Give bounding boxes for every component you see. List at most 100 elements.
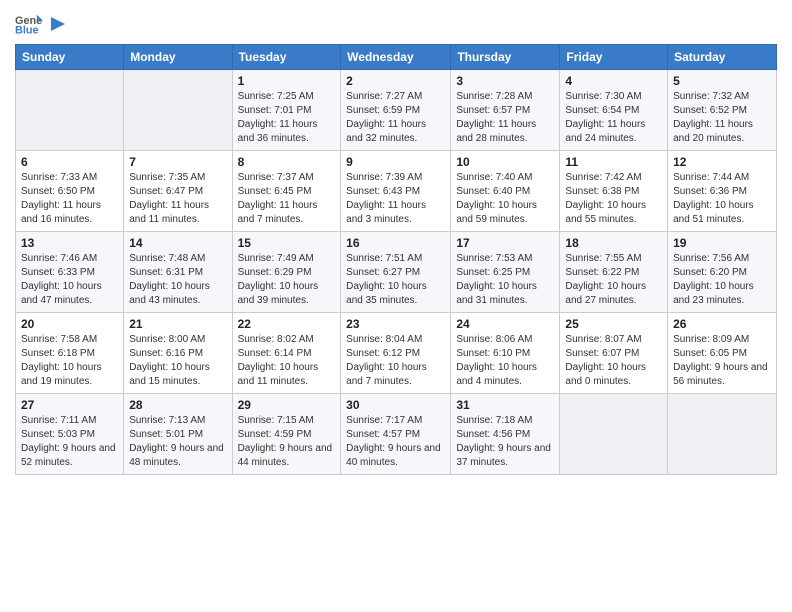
weekday-header: Tuesday: [232, 45, 341, 70]
day-number: 13: [21, 236, 118, 250]
day-number: 12: [673, 155, 771, 169]
day-number: 5: [673, 74, 771, 88]
day-info: Sunrise: 7:37 AM Sunset: 6:45 PM Dayligh…: [238, 171, 336, 227]
calendar-cell: 25 Sunrise: 8:07 AM Sunset: 6:07 PM Dayli…: [560, 313, 668, 394]
day-number: 4: [565, 74, 662, 88]
logo-arrow-icon: [47, 17, 65, 31]
calendar-cell: 26 Sunrise: 8:09 AM Sunset: 6:05 PM Dayli…: [668, 313, 777, 394]
calendar-cell: 10 Sunrise: 7:40 AM Sunset: 6:40 PM Dayli…: [451, 151, 560, 232]
calendar-cell: 9 Sunrise: 7:39 AM Sunset: 6:43 PM Daylig…: [341, 151, 451, 232]
weekday-header: Thursday: [451, 45, 560, 70]
day-info: Sunrise: 7:15 AM Sunset: 4:59 PM Dayligh…: [238, 414, 336, 470]
day-info: Sunrise: 8:07 AM Sunset: 6:07 PM Dayligh…: [565, 333, 662, 389]
day-info: Sunrise: 7:30 AM Sunset: 6:54 PM Dayligh…: [565, 90, 662, 146]
day-info: Sunrise: 7:53 AM Sunset: 6:25 PM Dayligh…: [456, 252, 554, 308]
day-number: 25: [565, 317, 662, 331]
day-info: Sunrise: 7:42 AM Sunset: 6:38 PM Dayligh…: [565, 171, 662, 227]
day-info: Sunrise: 7:56 AM Sunset: 6:20 PM Dayligh…: [673, 252, 771, 308]
day-info: Sunrise: 7:46 AM Sunset: 6:33 PM Dayligh…: [21, 252, 118, 308]
calendar-cell: 24Sunrise: 8:06 AM Sunset: 6:10 PM Dayli…: [451, 313, 560, 394]
calendar-cell: [124, 70, 232, 151]
day-number: 28: [129, 398, 226, 412]
day-number: 16: [346, 236, 445, 250]
logo: General Blue: [15, 10, 65, 38]
calendar-cell: 5 Sunrise: 7:32 AM Sunset: 6:52 PM Daylig…: [668, 70, 777, 151]
day-info: Sunrise: 8:02 AM Sunset: 6:14 PM Dayligh…: [238, 333, 336, 389]
calendar-cell: 18 Sunrise: 7:55 AM Sunset: 6:22 PM Dayli…: [560, 232, 668, 313]
calendar-week-row: 1Sunrise: 7:25 AM Sunset: 7:01 PM Daylig…: [16, 70, 777, 151]
day-info: Sunrise: 7:49 AM Sunset: 6:29 PM Dayligh…: [238, 252, 336, 308]
day-info: Sunrise: 7:35 AM Sunset: 6:47 PM Dayligh…: [129, 171, 226, 227]
day-info: Sunrise: 7:39 AM Sunset: 6:43 PM Dayligh…: [346, 171, 445, 227]
weekday-header: Sunday: [16, 45, 124, 70]
calendar-week-row: 20 Sunrise: 7:58 AM Sunset: 6:18 PM Dayli…: [16, 313, 777, 394]
day-info: Sunrise: 7:40 AM Sunset: 6:40 PM Dayligh…: [456, 171, 554, 227]
day-number: 11: [565, 155, 662, 169]
weekday-header: Monday: [124, 45, 232, 70]
day-info: Sunrise: 7:32 AM Sunset: 6:52 PM Dayligh…: [673, 90, 771, 146]
day-number: 6: [21, 155, 118, 169]
calendar-cell: 15 Sunrise: 7:49 AM Sunset: 6:29 PM Dayli…: [232, 232, 341, 313]
day-number: 29: [238, 398, 336, 412]
calendar-cell: 17 Sunrise: 7:53 AM Sunset: 6:25 PM Dayli…: [451, 232, 560, 313]
calendar-cell: 3 Sunrise: 7:28 AM Sunset: 6:57 PM Daylig…: [451, 70, 560, 151]
day-info: Sunrise: 7:55 AM Sunset: 6:22 PM Dayligh…: [565, 252, 662, 308]
calendar-cell: 27Sunrise: 7:11 AM Sunset: 5:03 PM Dayli…: [16, 394, 124, 475]
calendar-cell: 30 Sunrise: 7:17 AM Sunset: 4:57 PM Dayli…: [341, 394, 451, 475]
calendar-cell: 31 Sunrise: 7:18 AM Sunset: 4:56 PM Dayli…: [451, 394, 560, 475]
calendar-table: SundayMondayTuesdayWednesdayThursdayFrid…: [15, 44, 777, 475]
calendar-cell: [16, 70, 124, 151]
day-info: Sunrise: 7:13 AM Sunset: 5:01 PM Dayligh…: [129, 414, 226, 470]
day-number: 30: [346, 398, 445, 412]
calendar-cell: 19 Sunrise: 7:56 AM Sunset: 6:20 PM Dayli…: [668, 232, 777, 313]
day-number: 31: [456, 398, 554, 412]
logo-icon: General Blue: [15, 10, 43, 38]
day-number: 19: [673, 236, 771, 250]
day-number: 15: [238, 236, 336, 250]
calendar-cell: [668, 394, 777, 475]
day-info: Sunrise: 7:11 AM Sunset: 5:03 PM Dayligh…: [21, 414, 118, 470]
weekday-header: Saturday: [668, 45, 777, 70]
day-number: 8: [238, 155, 336, 169]
calendar-cell: 12 Sunrise: 7:44 AM Sunset: 6:36 PM Dayli…: [668, 151, 777, 232]
day-info: Sunrise: 8:04 AM Sunset: 6:12 PM Dayligh…: [346, 333, 445, 389]
day-number: 3: [456, 74, 554, 88]
page: General Blue SundayMondayTuesdayWed: [0, 0, 792, 612]
day-number: 20: [21, 317, 118, 331]
calendar-cell: 1Sunrise: 7:25 AM Sunset: 7:01 PM Daylig…: [232, 70, 341, 151]
calendar-cell: 20 Sunrise: 7:58 AM Sunset: 6:18 PM Dayli…: [16, 313, 124, 394]
calendar-cell: 2 Sunrise: 7:27 AM Sunset: 6:59 PM Daylig…: [341, 70, 451, 151]
calendar-cell: 23Sunrise: 8:04 AM Sunset: 6:12 PM Dayli…: [341, 313, 451, 394]
calendar-cell: 11 Sunrise: 7:42 AM Sunset: 6:38 PM Dayli…: [560, 151, 668, 232]
day-number: 7: [129, 155, 226, 169]
day-info: Sunrise: 8:09 AM Sunset: 6:05 PM Dayligh…: [673, 333, 771, 389]
calendar-week-row: 27Sunrise: 7:11 AM Sunset: 5:03 PM Dayli…: [16, 394, 777, 475]
day-info: Sunrise: 7:18 AM Sunset: 4:56 PM Dayligh…: [456, 414, 554, 470]
day-number: 14: [129, 236, 226, 250]
calendar-cell: 14 Sunrise: 7:48 AM Sunset: 6:31 PM Dayli…: [124, 232, 232, 313]
day-number: 1: [238, 74, 336, 88]
day-number: 2: [346, 74, 445, 88]
calendar-week-row: 6Sunrise: 7:33 AM Sunset: 6:50 PM Daylig…: [16, 151, 777, 232]
calendar-cell: 16Sunrise: 7:51 AM Sunset: 6:27 PM Dayli…: [341, 232, 451, 313]
day-info: Sunrise: 7:58 AM Sunset: 6:18 PM Dayligh…: [21, 333, 118, 389]
day-info: Sunrise: 7:28 AM Sunset: 6:57 PM Dayligh…: [456, 90, 554, 146]
day-number: 26: [673, 317, 771, 331]
day-info: Sunrise: 8:00 AM Sunset: 6:16 PM Dayligh…: [129, 333, 226, 389]
day-number: 17: [456, 236, 554, 250]
calendar-cell: 7 Sunrise: 7:35 AM Sunset: 6:47 PM Daylig…: [124, 151, 232, 232]
day-info: Sunrise: 7:27 AM Sunset: 6:59 PM Dayligh…: [346, 90, 445, 146]
calendar-cell: 22Sunrise: 8:02 AM Sunset: 6:14 PM Dayli…: [232, 313, 341, 394]
day-info: Sunrise: 7:48 AM Sunset: 6:31 PM Dayligh…: [129, 252, 226, 308]
day-number: 9: [346, 155, 445, 169]
calendar-cell: 6Sunrise: 7:33 AM Sunset: 6:50 PM Daylig…: [16, 151, 124, 232]
day-number: 10: [456, 155, 554, 169]
calendar-cell: [560, 394, 668, 475]
day-number: 18: [565, 236, 662, 250]
calendar-cell: 29 Sunrise: 7:15 AM Sunset: 4:59 PM Dayli…: [232, 394, 341, 475]
calendar-week-row: 13 Sunrise: 7:46 AM Sunset: 6:33 PM Dayli…: [16, 232, 777, 313]
day-info: Sunrise: 7:17 AM Sunset: 4:57 PM Dayligh…: [346, 414, 445, 470]
day-number: 24: [456, 317, 554, 331]
day-info: Sunrise: 7:44 AM Sunset: 6:36 PM Dayligh…: [673, 171, 771, 227]
calendar-cell: 4 Sunrise: 7:30 AM Sunset: 6:54 PM Daylig…: [560, 70, 668, 151]
